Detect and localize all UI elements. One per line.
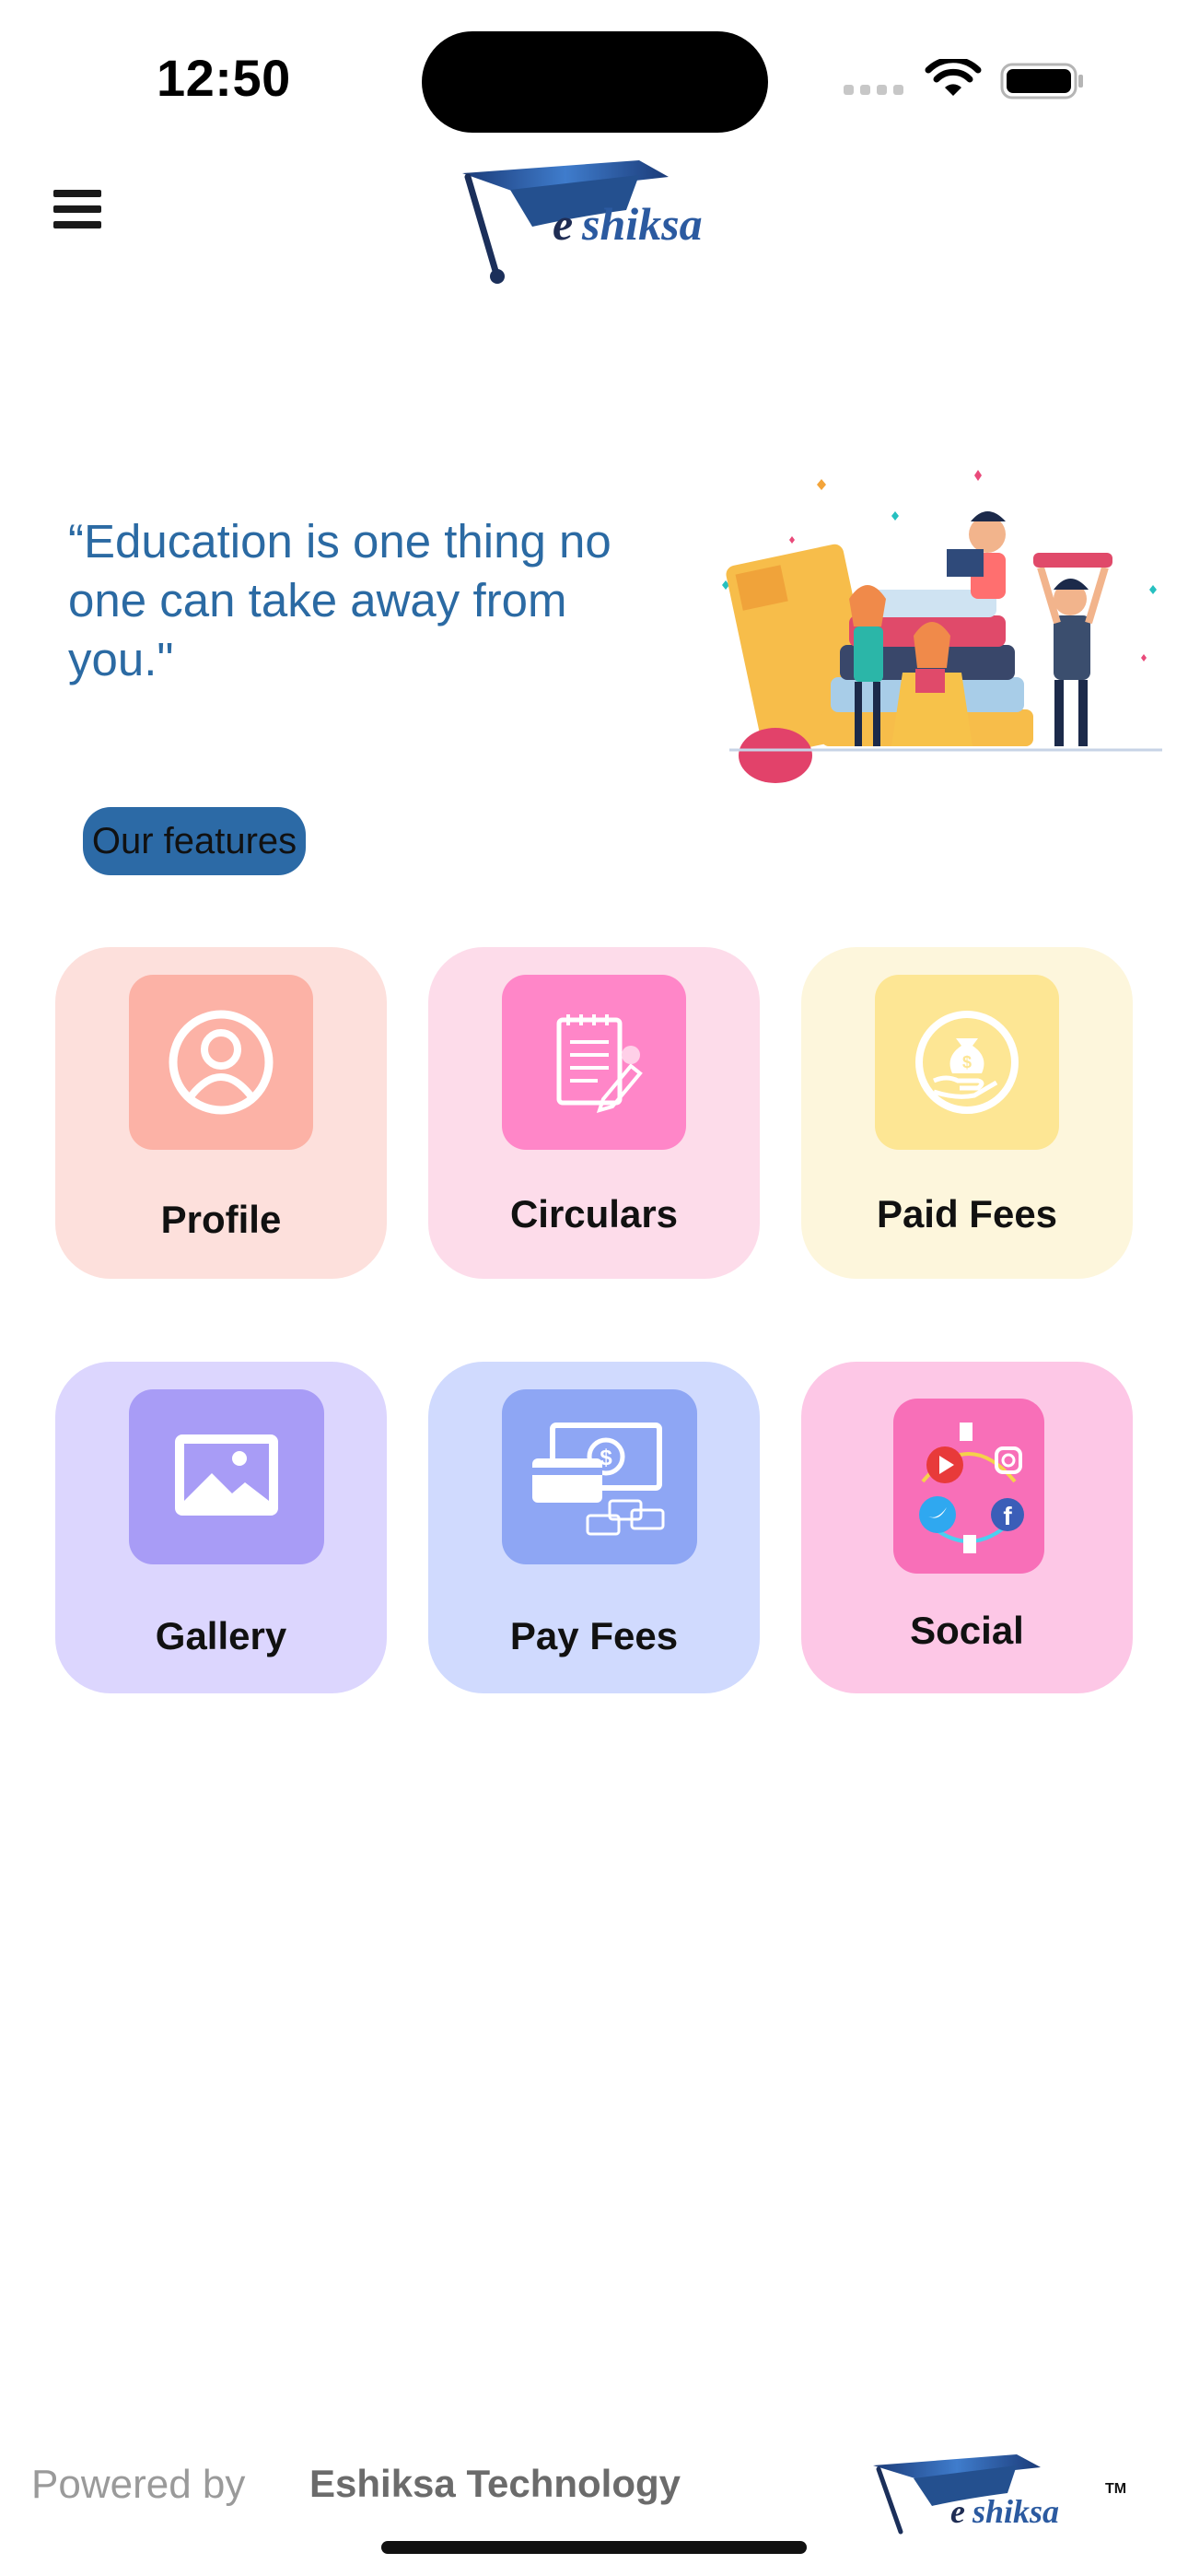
svg-text:shiksa: shiksa — [581, 198, 703, 250]
image-icon — [129, 1389, 324, 1564]
user-circle-icon — [129, 975, 313, 1150]
eshiksa-logo: e shiksa — [462, 160, 703, 284]
svg-text:$: $ — [962, 1053, 972, 1071]
feature-label: Profile — [160, 1198, 282, 1241]
svg-text:e: e — [553, 198, 573, 250]
feature-label: Paid Fees — [876, 1192, 1058, 1235]
battery-icon — [1000, 63, 1083, 100]
feature-label: Social — [910, 1609, 1024, 1652]
feature-label: Gallery — [155, 1614, 287, 1657]
svg-text:f: f — [1003, 1502, 1012, 1530]
svg-text:shiksa: shiksa — [972, 2493, 1059, 2530]
status-time: 12:50 — [157, 49, 291, 107]
feature-tile-social[interactable]: f Social — [801, 1362, 1133, 1693]
feature-tile-paid-fees[interactable]: $ Paid Fees — [801, 947, 1133, 1279]
hero-quote: “Education is one thing no one can take … — [68, 515, 611, 685]
our-features-label: Our features — [83, 807, 306, 875]
students-books-illustration — [722, 470, 1162, 783]
feature-tile-gallery[interactable]: Gallery — [55, 1362, 387, 1693]
notepad-icon — [502, 975, 686, 1150]
company-name: Eshiksa Technology — [309, 2462, 681, 2505]
wifi-icon — [925, 59, 982, 96]
hamburger-menu-icon[interactable] — [53, 190, 101, 228]
eshiksa-footer-logo: e shiksa TM — [873, 2454, 1126, 2535]
money-bag-hand-icon: $ — [875, 975, 1059, 1150]
home-indicator — [381, 2541, 807, 2554]
feature-tile-pay-fees[interactable]: $ Pay Fees — [428, 1362, 760, 1693]
feature-tile-profile[interactable]: Profile — [55, 947, 387, 1279]
feature-label: Pay Fees — [509, 1614, 679, 1657]
social-media-icon: f — [893, 1399, 1044, 1574]
svg-text:e: e — [950, 2493, 965, 2530]
cash-card-icon: $ — [502, 1389, 697, 1564]
cellular-signal-icon — [844, 85, 903, 95]
dynamic-island — [422, 31, 768, 133]
powered-by-label: Powered by — [31, 2462, 246, 2507]
svg-text:TM: TM — [1105, 2481, 1126, 2497]
feature-tile-circulars[interactable]: Circulars — [428, 947, 760, 1279]
feature-label: Circulars — [509, 1192, 679, 1235]
